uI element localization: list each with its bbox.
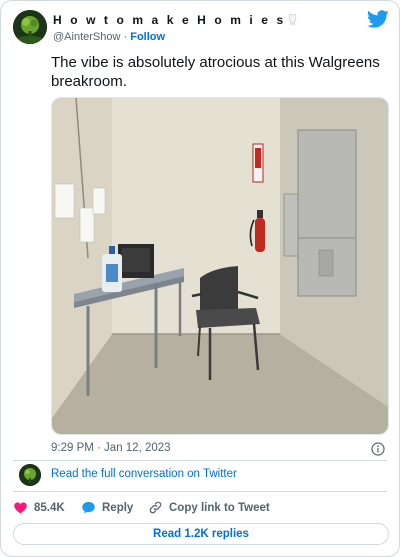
conversation-avatar — [19, 464, 41, 486]
twitter-bird-icon[interactable] — [367, 10, 389, 28]
info-icon[interactable] — [371, 442, 385, 456]
read-replies-button[interactable]: Read 1.2K replies — [13, 523, 389, 545]
tweet-timestamp[interactable]: 9:29 PM · Jan 12, 2023 — [51, 442, 171, 454]
divider — [13, 460, 387, 461]
handle-separator: · — [123, 31, 128, 43]
tweet-header: H o w t o m a k e H o m i e s @AinterSho… — [13, 10, 389, 46]
tooth-emoji — [288, 14, 297, 25]
handle-row: @AinterShow · Follow — [53, 30, 297, 44]
tweet-photo[interactable] — [51, 97, 389, 435]
reply-button[interactable]: Reply — [81, 500, 133, 515]
author-block: H o w t o m a k e H o m i e s @AinterSho… — [53, 13, 297, 44]
author-display-name: H o w t o m a k e H o m i e s — [53, 13, 286, 27]
tweet-embed-card: H o w t o m a k e H o m i e s @AinterSho… — [0, 0, 400, 557]
read-conversation-link[interactable]: Read the full conversation on Twitter — [51, 468, 237, 480]
like-button[interactable]: 85.4K — [13, 500, 65, 515]
tweet-text: The vibe is absolutely atrocious at this… — [51, 54, 380, 90]
like-count: 85.4K — [34, 501, 65, 514]
copy-link-button[interactable]: Copy link to Tweet — [148, 500, 270, 515]
follow-link[interactable]: Follow — [130, 31, 165, 43]
avatar[interactable] — [13, 10, 47, 44]
breakroom-photo — [52, 98, 388, 434]
speech-bubble-icon — [82, 501, 95, 514]
author-name[interactable]: H o w t o m a k e H o m i e s — [53, 13, 297, 27]
divider — [13, 491, 387, 492]
copy-link-label: Copy link to Tweet — [169, 501, 270, 514]
heart-icon — [14, 502, 27, 514]
conversation-row: Read the full conversation on Twitter — [15, 464, 385, 486]
link-icon — [149, 501, 162, 514]
author-handle[interactable]: @AinterShow — [53, 31, 120, 43]
reply-label: Reply — [102, 501, 134, 514]
action-bar: 85.4K Reply Copy link to Tweet — [13, 500, 389, 518]
